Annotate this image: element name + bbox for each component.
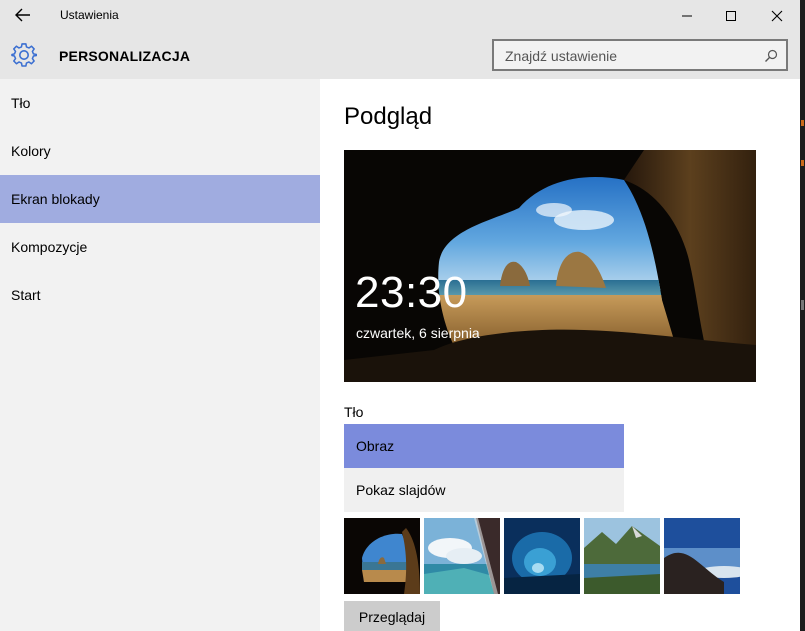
lock-screen-date: czwartek, 6 sierpnia (356, 325, 480, 341)
sidebar-item-kompozycje[interactable]: Kompozycje (0, 223, 320, 271)
edge-marker (801, 120, 804, 126)
background-option-image[interactable]: Obraz (344, 424, 624, 468)
lock-screen-preview: 23:30 czwartek, 6 sierpnia (344, 150, 756, 382)
search-placeholder: Znajdź ustawienie (505, 48, 618, 64)
background-window-edge (800, 0, 805, 631)
settings-header: PERSONALIZACJA Znajdź ustawienie (0, 31, 800, 79)
mountain-lake-thumbnail[interactable] (584, 518, 660, 594)
close-icon (771, 10, 783, 21)
settings-window: Ustawienia PERSONALIZACJA Znajdź ustawie… (0, 0, 800, 631)
maximize-icon (726, 10, 736, 21)
search-icon[interactable] (764, 49, 778, 63)
sidebar-item-ekran-blokady[interactable]: Ekran blokady (0, 175, 320, 223)
sidebar: Tło Kolory Ekran blokady Kompozycje Star… (0, 79, 320, 631)
section-title: PERSONALIZACJA (59, 48, 191, 64)
background-label: Tło (344, 404, 364, 420)
sidebar-item-tlo[interactable]: Tło (0, 79, 320, 127)
app-title: Ustawienia (60, 8, 119, 22)
maximize-button[interactable] (708, 0, 754, 31)
title-bar: Ustawienia (0, 0, 800, 31)
search-input[interactable]: Znajdź ustawienie (492, 39, 788, 71)
main-content: Podgląd 23:30 czwartek, 6 sierpnia Tło O… (320, 79, 800, 631)
minimize-icon (682, 15, 692, 16)
back-button[interactable] (8, 3, 38, 27)
hill-sky-image (664, 518, 740, 594)
close-button[interactable] (754, 0, 800, 31)
beach-cave-image (344, 518, 420, 594)
minimize-button[interactable] (664, 0, 710, 31)
sidebar-item-kolory[interactable]: Kolory (0, 127, 320, 175)
edge-marker (801, 160, 804, 166)
lock-screen-background-image (344, 150, 756, 382)
preview-title: Podgląd (344, 103, 433, 130)
gear-icon (11, 43, 37, 67)
edge-marker (801, 300, 804, 310)
hill-sky-thumbnail[interactable] (664, 518, 740, 594)
mountain-lake-image (584, 518, 660, 594)
ice-cave-image (504, 518, 580, 594)
background-option-slideshow[interactable]: Pokaz slajdów (344, 468, 624, 512)
back-arrow-icon (15, 8, 30, 22)
sidebar-item-start[interactable]: Start (0, 271, 320, 319)
browse-button[interactable]: Przeglądaj (344, 601, 440, 631)
sky-wing-image (424, 518, 500, 594)
ice-cave-thumbnail[interactable] (504, 518, 580, 594)
sky-wing-thumbnail[interactable] (424, 518, 500, 594)
lock-screen-time: 23:30 (355, 268, 468, 317)
beach-cave-thumbnail[interactable] (344, 518, 420, 594)
